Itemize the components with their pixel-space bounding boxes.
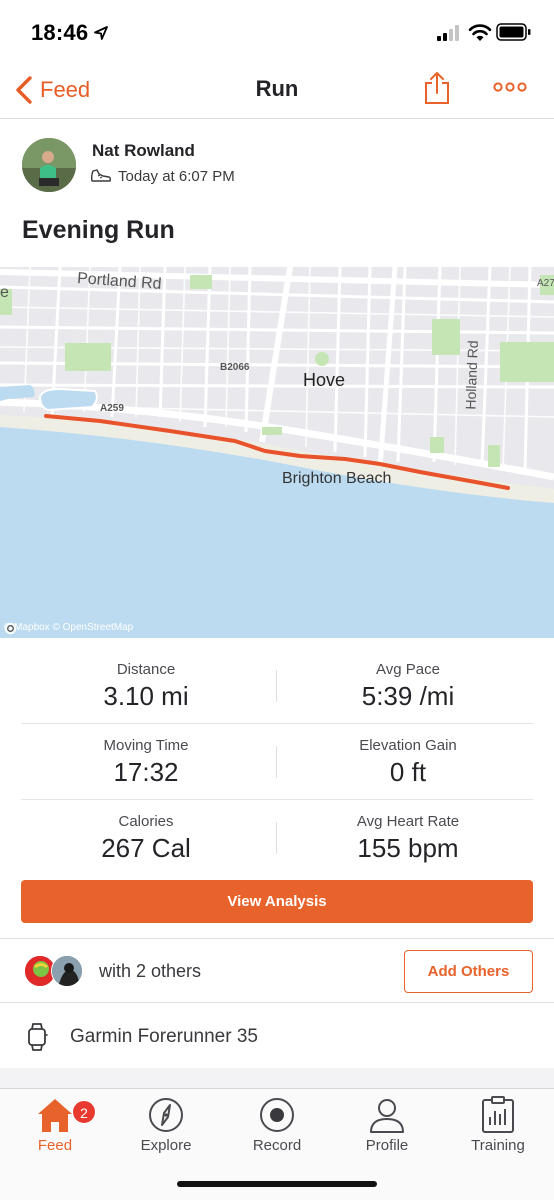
map-attribution[interactable]: © Mapbox © OpenStreetMap — [4, 622, 134, 635]
map-label-b2066: B2066 — [220, 362, 250, 373]
stat-value: 5:39 /mi — [361, 681, 455, 711]
view-analysis-button[interactable]: View Analysis — [21, 880, 533, 923]
athlete-avatar[interactable] — [22, 138, 76, 192]
tab-label: Record — [252, 1137, 302, 1154]
tab-profile[interactable]: Profile — [332, 1095, 442, 1154]
stat-elevation-gain: Elevation Gain 0 ft — [283, 724, 533, 788]
next-section-peek — [0, 1068, 554, 1088]
stat-divider — [276, 670, 277, 702]
divider — [0, 938, 554, 939]
profile-icon — [370, 1099, 404, 1133]
group-avatar-photo — [52, 956, 82, 986]
compass-icon — [149, 1098, 183, 1132]
group-activity-row[interactable]: with 2 others Add Others — [0, 940, 554, 1002]
athlete-name[interactable]: Nat Rowland — [92, 141, 195, 161]
home-icon — [38, 1099, 72, 1132]
map-label-edge-e: e — [0, 284, 9, 301]
stats-row: Calories 267 Cal Avg Heart Rate 155 bpm — [21, 800, 533, 876]
activity-meta: Today at 6:07 PM — [90, 167, 235, 185]
map-label-holland-rd: Holland Rd — [462, 340, 481, 410]
stat-value: 3.10 mi — [103, 681, 189, 711]
map-label-hove: Hove — [303, 370, 346, 390]
map-graphic — [0, 267, 554, 638]
stat-label: Elevation Gain — [359, 737, 457, 754]
tab-label: Training — [471, 1137, 525, 1154]
stat-label: Moving Time — [103, 737, 189, 754]
more-options-icon[interactable] — [493, 80, 527, 94]
route-map[interactable]: Portland Rd e A27 B2066 Hove Holland Rd … — [0, 267, 554, 638]
group-text: with 2 others — [99, 961, 202, 981]
stats-row: Distance 3.10 mi Avg Pace 5:39 /mi — [21, 648, 533, 724]
stat-calories: Calories 267 Cal — [21, 800, 271, 864]
stat-avg-heart-rate: Avg Heart Rate 155 bpm — [283, 800, 533, 864]
avatar-photo — [22, 138, 76, 192]
stat-value: 155 bpm — [357, 833, 459, 863]
stat-label: Distance — [116, 661, 176, 678]
battery-icon — [496, 23, 531, 41]
stat-value: 17:32 — [113, 757, 179, 787]
record-icon — [260, 1098, 294, 1132]
stats-row: Moving Time 17:32 Elevation Gain 0 ft — [21, 724, 533, 800]
stat-divider — [276, 822, 277, 854]
watch-icon — [28, 1023, 48, 1051]
notification-badge: 2 — [72, 1100, 96, 1124]
training-icon — [482, 1096, 514, 1133]
stat-value: 267 Cal — [101, 833, 191, 863]
divider — [0, 1002, 554, 1003]
mapbox-logo-icon — [4, 622, 17, 635]
stat-avg-pace: Avg Pace 5:39 /mi — [283, 648, 533, 712]
page-title: Run — [255, 76, 299, 101]
cellular-signal-icon — [437, 25, 459, 41]
device-row: Garmin Forerunner 35 — [0, 1004, 554, 1068]
tab-label: Feed — [37, 1137, 73, 1154]
map-label-brighton-beach: Brighton Beach — [282, 470, 392, 487]
tab-label: Explore — [140, 1137, 192, 1154]
activity-time: Today at 6:07 PM — [118, 167, 235, 185]
tab-feed[interactable]: 2 Feed — [0, 1095, 110, 1154]
stat-label: Avg Heart Rate — [356, 813, 460, 830]
tab-explore[interactable]: Explore — [111, 1095, 221, 1154]
nav-bar: Feed Run — [0, 66, 554, 119]
stat-distance: Distance 3.10 mi — [21, 648, 271, 712]
tab-record[interactable]: Record — [222, 1095, 332, 1154]
status-bar: 18:46 — [0, 0, 554, 66]
status-time: 18:46 — [31, 20, 89, 45]
stats-grid: Distance 3.10 mi Avg Pace 5:39 /mi Movin… — [21, 648, 533, 876]
map-attribution-text: © Mapbox © OpenStreetMap — [4, 622, 134, 633]
device-name: Garmin Forerunner 35 — [70, 1026, 258, 1047]
location-arrow-icon — [94, 26, 108, 40]
group-avatar[interactable] — [51, 955, 83, 987]
map-label-a259: A259 — [100, 403, 124, 414]
map-label-a27: A27 — [537, 278, 554, 289]
stat-moving-time: Moving Time 17:32 — [21, 724, 271, 788]
activity-title: Evening Run — [22, 216, 175, 244]
shoe-icon — [90, 169, 112, 182]
stat-label: Calories — [118, 813, 174, 830]
stat-divider — [276, 746, 277, 778]
add-others-button[interactable]: Add Others — [404, 950, 533, 993]
home-indicator[interactable] — [177, 1181, 377, 1187]
tab-label: Profile — [365, 1137, 409, 1154]
stat-value: 0 ft — [389, 757, 427, 787]
tab-training[interactable]: Training — [443, 1095, 553, 1154]
wifi-icon — [468, 24, 492, 41]
stat-label: Avg Pace — [376, 661, 440, 678]
share-icon[interactable] — [423, 71, 451, 105]
